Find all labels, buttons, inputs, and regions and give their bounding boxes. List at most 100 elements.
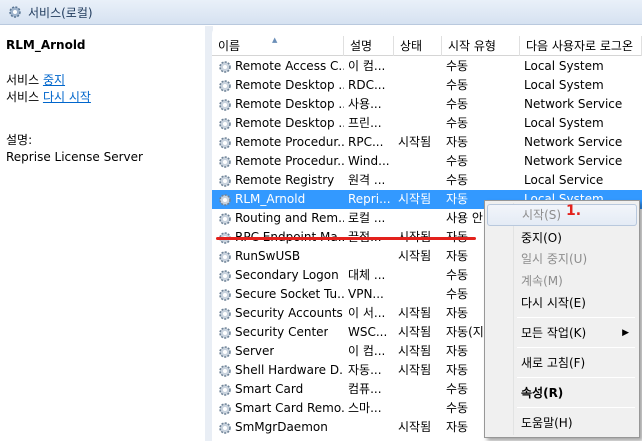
menu-item-all-tasks[interactable]: 모든 작업(K) ▶ [487,322,637,344]
service-description: VPN... [348,287,384,301]
service-status: 시작됨 [398,249,432,263]
service-name-cell: Secondary Logon [212,266,344,285]
service-logon-as: Local System [524,78,604,92]
column-header-logon-as[interactable]: 다음 사용자로 로그온 [520,36,642,56]
service-name-cell: Remote Desktop ... [212,76,344,95]
services-gear-icon [9,6,21,18]
column-header-description[interactable]: 설명 [344,36,394,56]
service-description [344,418,394,437]
restart-service-link[interactable]: 다시 시작 [43,90,91,104]
service-description: 대체 ... [348,268,386,282]
service-status: 시작됨 [398,344,432,358]
service-gear-icon [219,60,231,73]
service-startup-type: 수동 [446,97,469,111]
service-description: Repri... [348,192,391,206]
service-row[interactable]: Remote Desktop ... RDC... 수동 Local System [212,76,642,95]
service-gear-icon [219,383,231,396]
service-name-cell: RLM_Arnold [212,190,344,209]
service-name: Smart Card [235,382,304,396]
service-details-pane: RLM_Arnold 서비스 중지 서비스 다시 시작 설명: Reprise … [0,26,212,441]
service-row[interactable]: Remote Access C... 이 컴... 수동 Local System [212,57,642,76]
service-name: Remote Access C... [235,59,344,73]
service-name: Remote Desktop ... [235,78,344,92]
service-logon-as: Network Service [524,154,623,168]
service-name: RunSwUSB [235,249,301,263]
stop-service-link[interactable]: 중지 [43,73,65,87]
service-name-cell: Shell Hardware D... [212,361,344,380]
restart-action-row: 서비스 다시 시작 [6,90,91,104]
service-gear-icon [219,269,231,282]
description-text: Reprise License Server [6,150,143,164]
service-name: Remote Procedur... [235,135,344,149]
service-description: 프린... [348,116,382,130]
service-row[interactable]: Remote Desktop ... 프린... 수동 Local System [212,114,642,133]
menu-item-refresh[interactable]: 새로 고침(F) [487,352,637,374]
service-description: 이 컴... [348,59,386,73]
service-name: Secure Socket Tu... [235,287,344,301]
service-description: 자동... [348,363,382,377]
service-status [394,95,442,114]
service-row[interactable]: Remote Desktop ... 사용... 수동 Network Service [212,95,642,114]
service-description: RPC... [348,135,384,149]
service-status [394,285,442,304]
service-status: 시작됨 [398,306,432,320]
service-name-cell: Server [212,342,344,361]
submenu-arrow-icon: ▶ [622,328,629,338]
menu-item-pause[interactable]: 일시 중지(U) [487,248,637,270]
selected-service-name: RLM_Arnold [6,38,86,52]
service-description [344,247,394,266]
menu-item-restart[interactable]: 다시 시작(E) [487,292,637,314]
service-status [394,209,442,228]
service-name-cell: Remote Procedur... [212,133,344,152]
service-startup-type: 수동 [446,173,469,187]
service-name: Shell Hardware D... [235,363,344,377]
service-name-cell: Security Center [212,323,344,342]
service-name-cell: Remote Procedur... [212,152,344,171]
service-startup-type: 자동 [446,135,469,149]
title-bar: 서비스(로컬) [0,0,642,25]
column-header-status[interactable]: 상태 [394,36,442,56]
column-header-name[interactable]: 이름 ▲ [212,36,344,56]
annotation-step-number: 1. [566,203,582,219]
service-gear-icon [219,193,231,206]
service-row[interactable]: Remote Procedur... Wind... 수동 Network Servi… [212,152,642,171]
service-name-cell: Remote Desktop ... [212,114,344,133]
menu-separator [517,347,635,348]
service-status [394,76,442,95]
service-name-cell: Smart Card [212,380,344,399]
service-name: Security Center [235,325,329,339]
stop-action-row: 서비스 중지 [6,73,66,87]
service-description: 로컬 ... [348,211,386,225]
service-logon-as: Local System [524,116,604,130]
service-description: RDC... [348,78,386,92]
service-logon-as: Network Service [524,135,623,149]
service-gear-icon [219,421,231,434]
context-menu: 시작(S) 중지(O) 일시 중지(U) 계속(M) 다시 시작(E) 모든 작… [484,200,640,438]
service-name-cell: Smart Card Remo... [212,399,344,418]
column-header-startup-type[interactable]: 시작 유형 [442,36,520,56]
service-name: Secondary Logon [235,268,339,282]
menu-separator [517,377,635,378]
service-description: 스마... [348,401,382,415]
service-row[interactable]: Remote Procedur... RPC... 시작됨 자동 Network Ser… [212,133,642,152]
service-status [394,152,442,171]
service-name: Remote Desktop ... [235,116,344,130]
service-row[interactable]: Remote Registry 원격 ... 수동 Local Service [212,171,642,190]
service-gear-icon [219,155,231,168]
service-description: 원격 ... [348,173,386,187]
menu-item-resume[interactable]: 계속(M) [487,270,637,292]
service-startup-type: 수동 [446,154,469,168]
service-logon-as: Local Service [524,173,604,187]
service-description: 이 서... [348,306,386,320]
red-annotation-underline [216,237,476,240]
menu-item-help[interactable]: 도움말(H) [487,412,637,434]
menu-item-properties[interactable]: 속성(R) [487,382,637,404]
service-logon-as: Local System [524,59,604,73]
service-name: Remote Procedur... [235,154,344,168]
menu-item-stop[interactable]: 중지(O) [487,227,637,249]
service-status [394,114,442,133]
service-name-cell: Routing and Rem... [212,209,344,228]
service-gear-icon [219,288,231,301]
menu-item-start[interactable]: 시작(S) [487,204,637,226]
description-label: 설명: [6,133,33,147]
